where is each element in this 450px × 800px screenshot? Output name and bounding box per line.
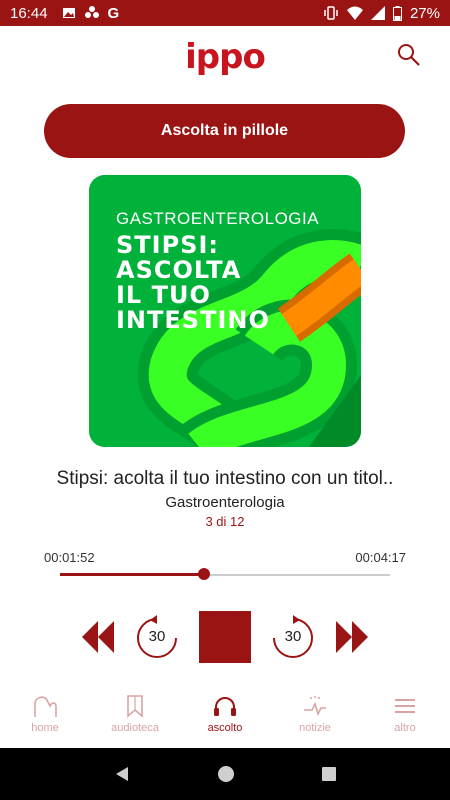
nav-label: ascolto [207,722,243,734]
rewind-seconds: 30 [148,628,166,645]
episode-cover: GASTROENTEROLOGIA STIPSI: ASCOLTA IL TUO… [89,175,361,447]
nav-item-ascolto[interactable]: ascolto [180,690,270,748]
wifi-icon [346,6,363,20]
home-circle-icon[interactable] [216,764,236,784]
nav-label: altro [394,722,416,734]
battery-level: 27% [409,4,440,22]
forward-button[interactable]: 30 [272,615,314,659]
track-position: 3 di 12 [205,514,245,529]
nav-item-notizie[interactable]: notizie [270,690,360,748]
nav-item-audioteca[interactable]: audioteca [90,690,180,748]
google-icon: G [107,4,120,22]
nav-label: home [31,722,59,734]
nav-item-altro[interactable]: altro [360,690,450,748]
cover-title-line: STIPSI: [116,231,219,259]
cover-title-line: ASCOLTA [116,256,242,284]
listen-in-pills-label: Ascolta in pillole [160,122,289,139]
seek-progress [60,573,204,576]
total-time: 00:04:17 [355,550,406,565]
cover-category: GASTROENTEROLOGIA [116,209,320,228]
system-navigation-bar [0,748,450,800]
nav-label: audioteca [111,722,159,734]
status-system-icons: 27% [323,5,440,22]
recents-icon[interactable] [321,766,337,782]
cover-title-line: IL TUO [116,281,211,309]
next-icon[interactable] [336,619,368,655]
bottom-navigation: home audioteca ascolto notizie altro [0,690,450,748]
nav-item-home[interactable]: home [0,690,90,748]
home-icon [34,696,57,717]
status-bar: 16:44 G 27% [0,0,450,26]
app-header: ippo [0,26,450,90]
track-title: Stipsi: acolta il tuo intestino con un t… [56,468,394,489]
seek-thumb[interactable] [197,568,210,580]
status-time: 16:44 [10,4,48,22]
signal-icon [370,6,385,20]
battery-icon [392,5,402,21]
seek-bar[interactable] [60,568,390,580]
headphones-icon [214,697,236,716]
status-notification-icons: G [62,4,120,22]
bookmark-icon [127,695,143,718]
previous-icon[interactable] [82,619,114,655]
track-category: Gastroenterologia [165,494,285,511]
forward-seconds: 30 [284,628,302,645]
rewind-button[interactable]: 30 [136,615,178,659]
nav-label: notizie [299,722,331,734]
search-icon[interactable] [396,42,422,68]
ippo-logo: ippo [185,37,266,77]
cover-title: STIPSI: ASCOLTA IL TUO INTESTINO [116,233,270,333]
svg-text:ippo: ippo [185,37,265,77]
image-icon [62,8,75,18]
elapsed-time: 00:01:52 [44,550,95,565]
vibrate-icon [324,6,338,20]
news-icon [304,696,326,717]
listen-in-pills-button[interactable]: Ascolta in pillole [44,104,405,158]
menu-icon [395,699,415,713]
cover-title-line: INTESTINO [116,306,270,334]
back-icon[interactable] [113,765,131,783]
stop-button[interactable] [199,611,251,663]
app-icon [84,6,99,18]
